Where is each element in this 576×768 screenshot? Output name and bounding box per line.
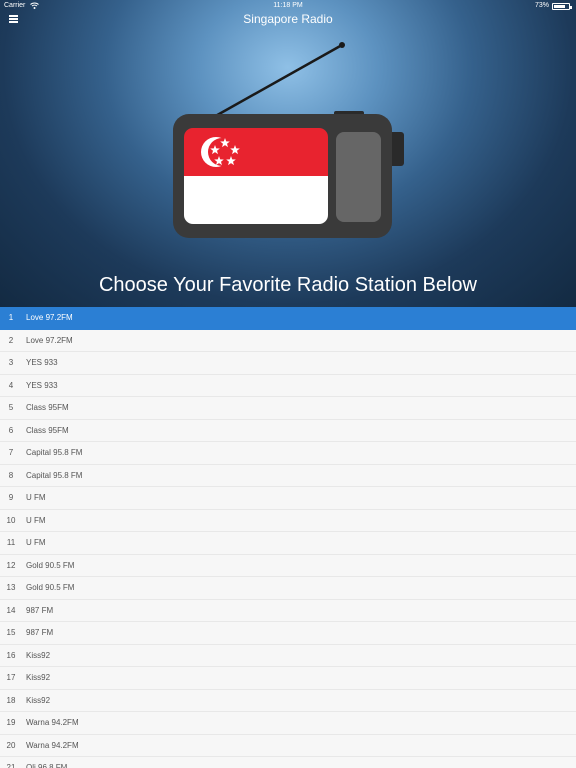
- station-row[interactable]: 4 YES 933: [0, 374, 576, 397]
- station-number: 11: [6, 538, 16, 547]
- singapore-flag: [184, 128, 328, 224]
- hero-banner: Carrier 11:18 PM 73% Singapore Radio Cho…: [0, 0, 576, 307]
- station-name: Kiss92: [26, 650, 51, 660]
- station-list: 1 Love 97.2FM 2 Love 97.2FM 3 YES 933 4 YES 933…: [0, 307, 576, 768]
- station-name: Warna 94.2FM: [26, 718, 79, 727]
- station-row[interactable]: 7 Capital 95.8 FM: [0, 442, 576, 465]
- station-name: 987 FM: [26, 605, 54, 615]
- station-number: 4: [8, 380, 14, 390]
- station-name: U FM: [26, 493, 46, 502]
- station-number: 18: [6, 695, 16, 705]
- station-number: 2: [8, 335, 14, 345]
- station-number: 16: [6, 650, 16, 660]
- station-number: 21: [6, 763, 16, 768]
- station-number: 9: [8, 493, 14, 502]
- radio-illustration: [173, 42, 404, 238]
- station-number: 10: [6, 515, 16, 525]
- station-row[interactable]: 11 U FM: [0, 532, 576, 555]
- station-row[interactable]: 8 Capital 95.8 FM: [0, 464, 576, 487]
- station-number: 12: [6, 560, 16, 570]
- station-name: Kiss92: [26, 673, 51, 682]
- station-row[interactable]: 1 Love 97.2FM: [0, 307, 576, 330]
- station-name: Gold 90.5 FM: [26, 560, 75, 570]
- station-row[interactable]: 13 Gold 90.5 FM: [0, 577, 576, 600]
- station-row[interactable]: 15 987 FM: [0, 622, 576, 645]
- station-name: Class 95FM: [26, 425, 69, 435]
- station-row[interactable]: 18 Kiss92: [0, 689, 576, 712]
- station-name: YES 933: [26, 358, 58, 367]
- station-name: U FM: [26, 538, 46, 547]
- station-name: 987 FM: [26, 628, 54, 637]
- station-name: Love 97.2FM: [26, 313, 73, 322]
- station-name: Love 97.2FM: [26, 335, 73, 345]
- station-number: 13: [6, 583, 16, 592]
- station-row[interactable]: 16 Kiss92: [0, 644, 576, 667]
- station-number: 6: [8, 425, 14, 435]
- station-name: Capital 95.8 FM: [26, 470, 83, 480]
- station-row[interactable]: 12 Gold 90.5 FM: [0, 554, 576, 577]
- station-name: Warna 94.2FM: [26, 740, 79, 750]
- station-row[interactable]: 3 YES 933: [0, 352, 576, 375]
- station-number: 5: [8, 403, 14, 412]
- station-number: 8: [8, 470, 14, 480]
- station-number: 19: [6, 718, 16, 727]
- station-number: 1: [8, 313, 14, 322]
- station-row[interactable]: 17 Kiss92: [0, 667, 576, 690]
- station-row[interactable]: 2 Love 97.2FM: [0, 329, 576, 352]
- station-name: YES 933: [26, 380, 58, 390]
- station-row[interactable]: 6 Class 95FM: [0, 419, 576, 442]
- station-name: Oli 96.8 FM: [26, 763, 68, 768]
- station-number: 14: [6, 605, 16, 615]
- station-row[interactable]: 19 Warna 94.2FM: [0, 712, 576, 735]
- station-name: Capital 95.8 FM: [26, 448, 83, 457]
- station-number: 17: [6, 673, 16, 682]
- station-number: 3: [8, 358, 14, 367]
- station-name: Kiss92: [26, 695, 51, 705]
- station-row[interactable]: 9 U FM: [0, 487, 576, 510]
- station-row[interactable]: 21 Oli 96.8 FM: [0, 757, 576, 768]
- hero-heading: Choose Your Favorite Radio Station Below: [98, 274, 477, 296]
- station-name: U FM: [26, 515, 46, 525]
- station-row[interactable]: 10 U FM: [0, 509, 576, 532]
- station-name: Class 95FM: [26, 403, 69, 412]
- station-row[interactable]: 5 Class 95FM: [0, 397, 576, 420]
- station-number: 15: [6, 628, 16, 637]
- station-row[interactable]: 20 Warna 94.2FM: [0, 734, 576, 757]
- antenna: [211, 43, 343, 120]
- station-name: Gold 90.5 FM: [26, 583, 75, 592]
- station-number: 20: [6, 740, 16, 750]
- station-number: 7: [8, 448, 14, 457]
- station-row[interactable]: 14 987 FM: [0, 599, 576, 622]
